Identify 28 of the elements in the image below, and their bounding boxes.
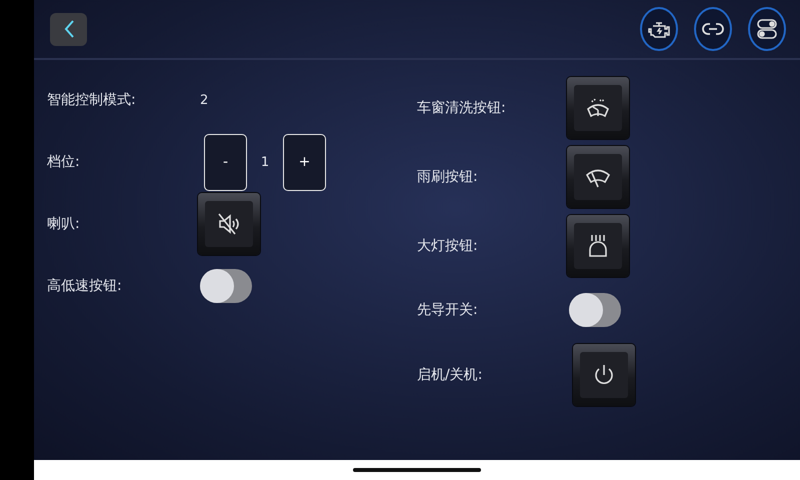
control-label: 喇叭: xyxy=(47,215,81,233)
control-label: 启机/关机: xyxy=(417,366,484,384)
link-button[interactable] xyxy=(694,7,732,51)
wiper-button[interactable] xyxy=(567,146,629,208)
link-icon xyxy=(702,22,724,36)
mode-value: 2 xyxy=(200,92,208,108)
control-label: 先导开关: xyxy=(417,301,479,319)
headlight-button[interactable] xyxy=(567,214,629,276)
chevron-left-icon xyxy=(62,19,74,39)
washer-button[interactable] xyxy=(567,76,629,138)
horn-button[interactable] xyxy=(198,193,260,255)
decrease-button[interactable]: - xyxy=(204,134,247,190)
control-label: 大灯按钮: xyxy=(417,236,479,254)
toggle-switch[interactable] xyxy=(200,269,252,303)
engine-button[interactable] xyxy=(640,7,678,51)
back-button[interactable] xyxy=(50,12,87,46)
toggles-icon xyxy=(757,19,777,39)
power-button[interactable] xyxy=(573,344,635,406)
control-label: 高低速按钮: xyxy=(47,277,123,295)
control-label: 档位: xyxy=(47,153,81,171)
control-label: 车窗清洗按钮: xyxy=(417,98,507,116)
gear-value: 1 xyxy=(260,154,270,170)
muted-speaker-icon xyxy=(216,211,242,237)
toggle-switch[interactable] xyxy=(569,293,621,327)
control-label: 雨刷按钮: xyxy=(417,168,479,186)
increase-button[interactable]: + xyxy=(283,134,326,190)
toggles-button[interactable] xyxy=(748,7,786,51)
control-label: 智能控制模式: xyxy=(47,91,137,109)
